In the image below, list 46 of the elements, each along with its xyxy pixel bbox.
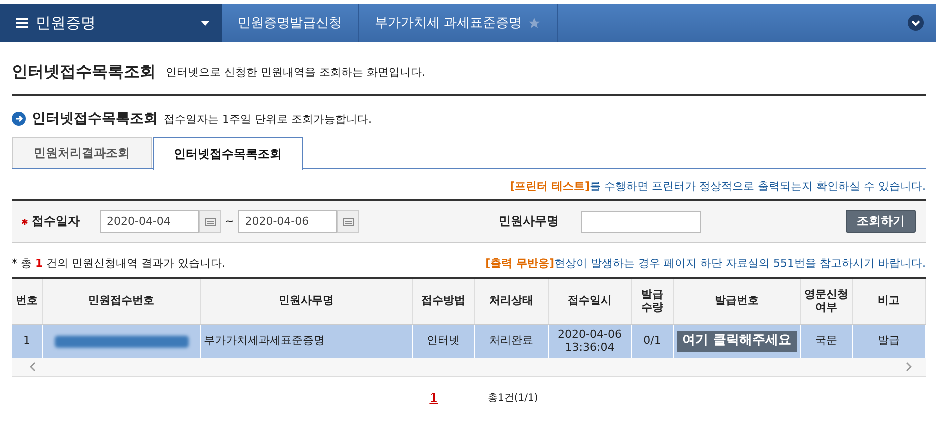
result-summary: * 총 1 건의 민원신청내역 결과가 있습니다.	[12, 256, 226, 271]
column-header: 발급번호	[674, 279, 801, 324]
horizontal-scrollbar[interactable]	[12, 358, 926, 377]
date-to-field[interactable]: 2020-04-06	[238, 210, 338, 233]
star-icon[interactable]	[528, 16, 542, 30]
scroll-left-icon[interactable]	[30, 362, 36, 372]
column-header: 영문신청 여부	[801, 279, 853, 324]
calendar-icon	[204, 217, 216, 226]
tab[interactable]: 인터넷접수목록조회	[153, 137, 303, 170]
printer-notice: [프린터 테스트]를 수행하면 프린터가 정상적으로 출력되는지 확인하실 수 있습니다.	[510, 180, 926, 193]
column-header: 번호	[12, 279, 43, 324]
page-total: 총1건(1/1)	[488, 392, 538, 405]
calendar-button[interactable]	[337, 210, 360, 233]
page-description: 인터넷으로 신청한 민원내역을 조회하는 화면입니다.	[166, 64, 426, 80]
page-title: 인터넷접수목록조회	[12, 62, 156, 82]
chevron-down-icon[interactable]	[908, 15, 924, 31]
menu-dropdown[interactable]: 민원증명	[0, 4, 222, 42]
column-header: 민원접수번호	[43, 279, 201, 324]
section-note: 접수일자는 1주일 단위로 조회가능합니다.	[164, 112, 372, 126]
calendar-button[interactable]	[199, 210, 221, 233]
table-row[interactable]: 1 부가가치세과세표준증명 인터넷 처리완료 2020-04-06 13:36:04 0/1 여기 클릭해주세요 국문 발급	[12, 325, 926, 358]
name-input-field[interactable]	[581, 210, 702, 232]
search-button[interactable]: 조회하기	[846, 210, 916, 233]
name-label: 민원사무명	[499, 213, 560, 230]
output-notice: [출력 무반응]현상이 발생하는 경우 페이지 하단 자료실의 551번을 참고하시기 바랍니다.	[486, 256, 926, 271]
page-link[interactable]: 1	[430, 391, 438, 405]
scroll-right-icon[interactable]	[906, 362, 912, 372]
arrow-circle-icon	[12, 112, 26, 126]
column-header: 접수방법	[413, 279, 475, 324]
date-label: 접수일자	[32, 213, 81, 230]
menu-icon	[16, 18, 28, 28]
tooltip: 여기 클릭해주세요	[676, 331, 798, 352]
column-header: 처리상태	[475, 279, 549, 324]
breadcrumb-link[interactable]: 부가가치세 과세표준증명	[359, 4, 558, 42]
calendar-icon	[342, 217, 354, 226]
tab[interactable]: 민원처리결과조회	[12, 137, 152, 168]
menu-title: 민원증명	[36, 14, 97, 32]
column-header: 접수일시	[549, 279, 632, 324]
column-header: 민원사무명	[201, 279, 413, 324]
column-header: 비고	[853, 279, 926, 324]
column-header: 발급 수량	[632, 279, 674, 324]
section-title: 인터넷접수목록조회	[32, 110, 158, 128]
range-separator: ~	[225, 215, 234, 228]
caret-icon	[201, 20, 210, 26]
date-from-field[interactable]: 2020-04-04	[100, 210, 199, 233]
breadcrumb-link[interactable]: 민원증명발급신청	[222, 4, 359, 42]
